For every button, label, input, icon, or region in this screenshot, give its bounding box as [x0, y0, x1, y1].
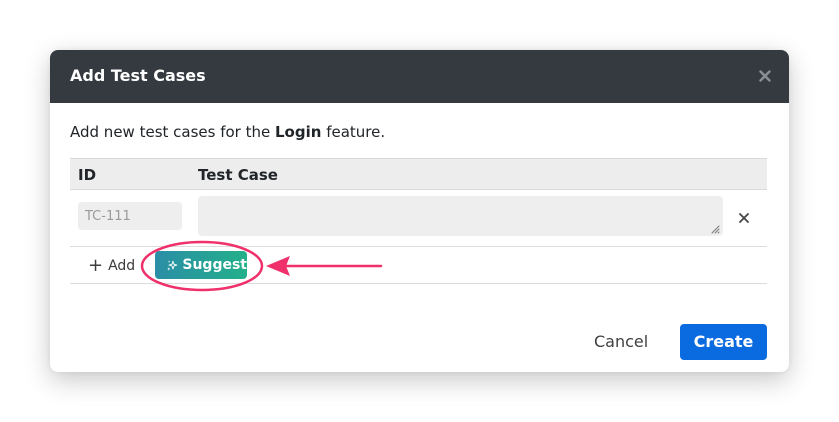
- modal-title: Add Test Cases: [70, 66, 206, 85]
- cancel-button[interactable]: Cancel: [594, 332, 648, 352]
- test-case-id-input[interactable]: [78, 202, 182, 230]
- close-icon[interactable]: [754, 65, 776, 87]
- column-header-id: ID: [78, 166, 97, 184]
- modal-header: Add Test Cases: [50, 50, 789, 103]
- intro-text: Add new test cases for the Login feature…: [70, 122, 385, 142]
- column-header-test-case: Test Case: [198, 166, 278, 184]
- resize-grip-icon[interactable]: [710, 224, 720, 234]
- plus-icon: +: [88, 255, 104, 276]
- sparkle-icon: [167, 259, 178, 271]
- intro-prefix: Add new test cases for the: [70, 123, 275, 141]
- actions-divider: [70, 283, 767, 284]
- intro-suffix: feature.: [321, 123, 386, 141]
- table-header: ID Test Case: [70, 158, 767, 190]
- create-button[interactable]: Create: [680, 324, 767, 360]
- suggest-button[interactable]: Suggest: [155, 251, 247, 279]
- test-case-description-input[interactable]: [198, 196, 723, 236]
- feature-name: Login: [275, 123, 322, 141]
- suggest-label: Suggest: [182, 257, 247, 273]
- add-test-cases-modal: Add Test Cases Add new test cases for th…: [50, 50, 789, 372]
- row-divider: [70, 246, 767, 247]
- add-row-button[interactable]: + Add: [88, 256, 135, 276]
- remove-row-icon[interactable]: [736, 210, 752, 226]
- add-label: Add: [108, 258, 136, 274]
